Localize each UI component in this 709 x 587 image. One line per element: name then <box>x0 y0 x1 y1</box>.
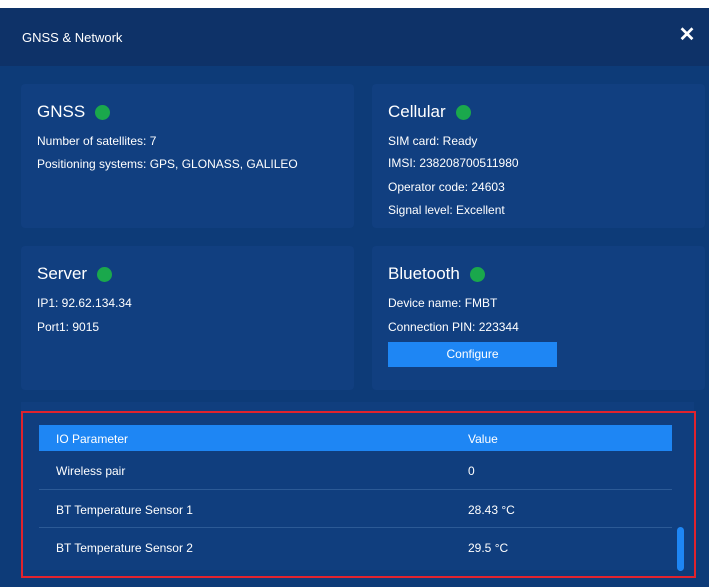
server-ip: IP1: 92.62.134.34 <box>37 296 132 310</box>
gnss-title-row: GNSS <box>37 102 111 122</box>
cellular-status-dot <box>455 104 471 120</box>
highlight-frame <box>21 411 696 578</box>
imsi: IMSI: 238208700511980 <box>388 156 519 170</box>
cellular-card: Cellular SIM card: Ready IMSI: 238208700… <box>372 84 705 228</box>
bluetooth-status-dot <box>469 266 485 282</box>
server-title: Server <box>37 264 88 283</box>
server-title-row: Server <box>37 264 113 284</box>
gnss-positioning-systems: Positioning systems: GPS, GLONASS, GALIL… <box>37 157 298 171</box>
gnss-title: GNSS <box>37 102 86 121</box>
gnss-status-dot <box>95 104 111 120</box>
cellular-title: Cellular <box>388 102 446 121</box>
dialog-header: GNSS & Network ✕ <box>0 8 709 66</box>
bluetooth-device-name: Device name: FMBT <box>388 296 498 310</box>
bluetooth-title-row: Bluetooth <box>388 264 485 284</box>
server-card: Server IP1: 92.62.134.34 Port1: 9015 <box>21 246 354 390</box>
gnss-card: GNSS Number of satellites: 7 Positioning… <box>21 84 354 228</box>
operator-code: Operator code: 24603 <box>388 180 505 194</box>
bluetooth-title: Bluetooth <box>388 264 460 283</box>
cellular-title-row: Cellular <box>388 102 471 122</box>
server-status-dot <box>97 266 113 282</box>
dialog-title: GNSS & Network <box>22 30 123 45</box>
gnss-satellites: Number of satellites: 7 <box>37 134 157 148</box>
bluetooth-card: Bluetooth Device name: FMBT Connection P… <box>372 246 705 390</box>
bluetooth-connection-pin: Connection PIN: 223344 <box>388 320 519 334</box>
signal-level: Signal level: Excellent <box>388 203 505 217</box>
server-port: Port1: 9015 <box>37 320 100 334</box>
configure-button[interactable]: Configure <box>388 342 557 367</box>
sim-card-status: SIM card: Ready <box>388 134 478 148</box>
close-icon[interactable]: ✕ <box>677 23 697 47</box>
